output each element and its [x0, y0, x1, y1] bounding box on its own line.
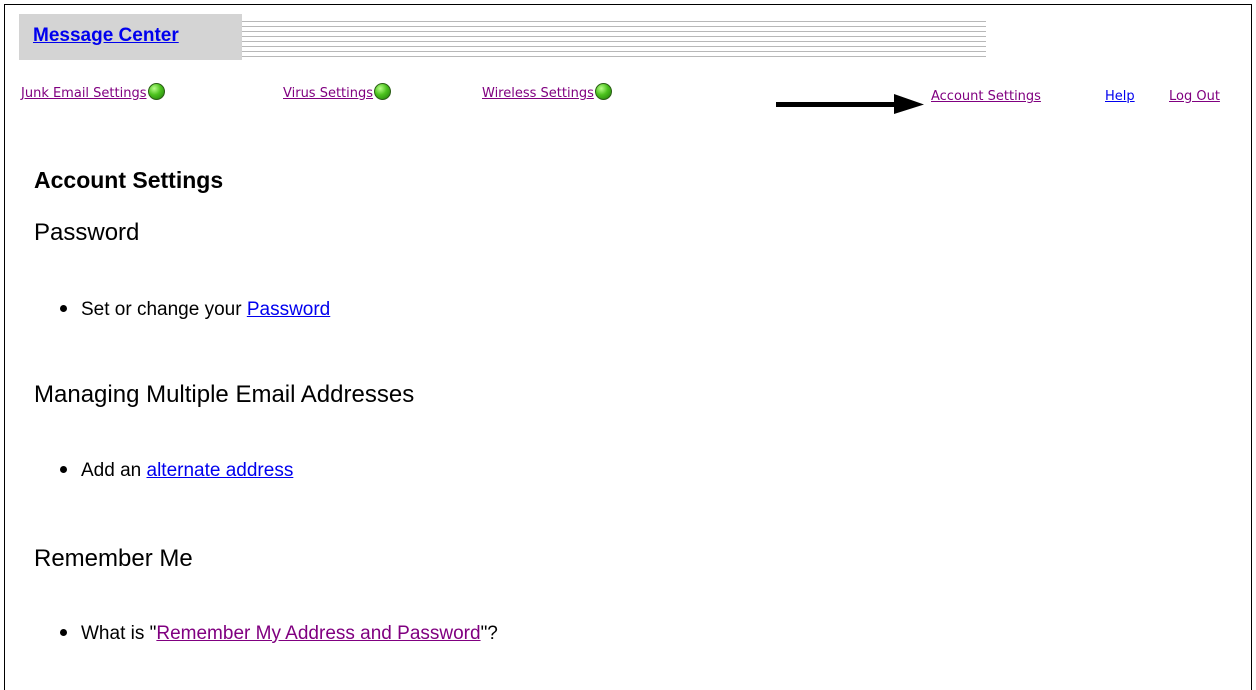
title-decorative-lines: [242, 21, 986, 57]
nav-item-wireless-settings[interactable]: Wireless Settings: [482, 83, 612, 103]
alternate-address-link[interactable]: alternate address: [147, 460, 294, 481]
password-link[interactable]: Password: [247, 299, 330, 320]
page-frame: [4, 4, 1252, 690]
arrow-right-icon: [776, 94, 924, 114]
list-item-text-prefix: What is ": [81, 623, 157, 644]
nav-item-label: Virus Settings: [283, 86, 374, 101]
nav-item-label: Junk Email Settings: [21, 86, 147, 101]
list-item-password: Set or change your Password: [60, 299, 330, 321]
nav-item-virus-settings[interactable]: Virus Settings: [283, 83, 392, 103]
log-out-link[interactable]: Log Out: [1169, 88, 1220, 106]
status-dot-icon: [147, 83, 165, 100]
list-item-text: Set or change your: [81, 299, 247, 320]
nav-item-label: Wireless Settings: [482, 86, 594, 101]
list-item-alternate-address: Add an alternate address: [60, 460, 293, 482]
list-item-text-suffix: "?: [480, 623, 498, 644]
bullet-icon: [60, 466, 67, 473]
status-dot-icon: [594, 83, 612, 100]
message-center-link[interactable]: Message Center: [33, 25, 179, 46]
remember-my-address-and-password-link[interactable]: Remember My Address and Password: [156, 623, 480, 644]
section-heading-managing-multiple-email-addresses: Managing Multiple Email Addresses: [34, 381, 415, 408]
list-item-remember-me: What is "Remember My Address and Passwor…: [60, 623, 498, 645]
help-link[interactable]: Help: [1105, 88, 1135, 106]
section-heading-remember-me: Remember Me: [34, 545, 193, 572]
title-box: Message Center: [19, 14, 242, 60]
nav-item-junk-email-settings[interactable]: Junk Email Settings: [21, 83, 165, 103]
list-item-text: Add an: [81, 460, 147, 481]
bullet-icon: [60, 305, 67, 312]
status-dot-icon: [374, 83, 392, 100]
account-settings-link[interactable]: Account Settings: [931, 88, 1041, 106]
bullet-icon: [60, 629, 67, 636]
section-heading-password: Password: [34, 219, 140, 246]
page-title: Account Settings: [34, 167, 224, 193]
